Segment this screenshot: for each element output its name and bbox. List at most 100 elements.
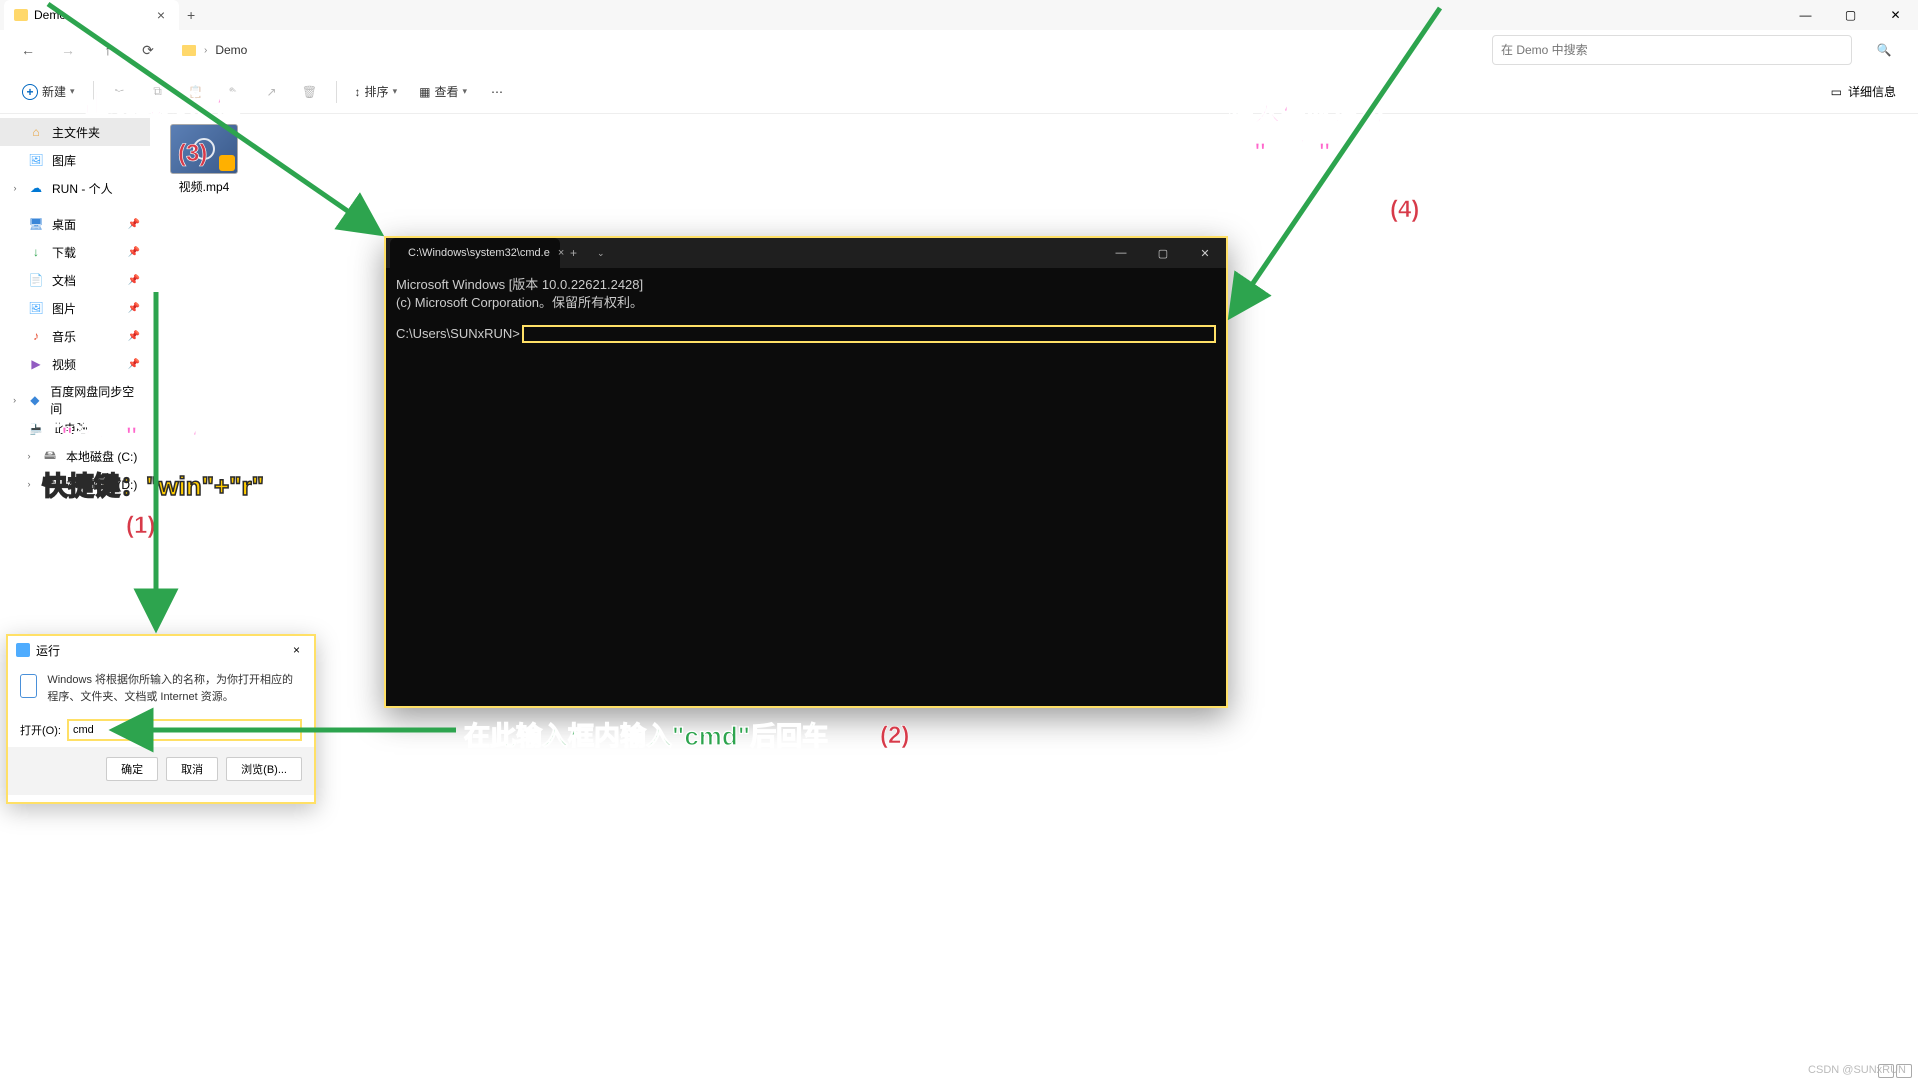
sidebar-item-thispc[interactable]: ⌄💻此电脑 [0, 414, 150, 442]
cmd-prompt-line: C:\Users\SUNxRUN> [396, 325, 1216, 343]
music-icon: ♪ [28, 328, 44, 344]
plus-icon: + [22, 84, 38, 100]
refresh-button[interactable]: ⟳ [134, 36, 162, 64]
disk-icon: 🖴 [42, 476, 58, 492]
explorer-tab[interactable]: Demo × [4, 0, 179, 30]
pin-icon: 📌 [128, 247, 140, 258]
cmd-tab[interactable]: C:\Windows\system32\cmd.e × [390, 238, 560, 268]
search-input[interactable] [1501, 43, 1843, 57]
cloud-icon: ☁ [28, 180, 44, 196]
chevron-down-icon[interactable]: ⌄ [10, 423, 20, 434]
sidebar-label: 音乐 [52, 328, 76, 345]
sidebar-item-pictures[interactable]: 🖼图片📌 [0, 294, 150, 322]
file-name: 视频.mp4 [164, 178, 244, 195]
up-button[interactable]: ↑ [94, 36, 122, 64]
sidebar-label: RUN - 个人 [52, 180, 113, 197]
tab-dropdown-icon[interactable]: ⌄ [587, 248, 615, 259]
close-button[interactable]: ✕ [1184, 238, 1226, 268]
annotation-step-3: (3) [178, 140, 207, 168]
close-tab-icon[interactable]: × [153, 5, 169, 25]
sidebar-label: 桌面 [52, 216, 76, 233]
run-titlebar[interactable]: 运行 × [8, 636, 314, 664]
minimize-button[interactable]: — [1783, 0, 1828, 30]
grid-view-icon[interactable] [1896, 1064, 1912, 1078]
run-title: 运行 [36, 642, 60, 659]
open-label: 打开(O): [20, 722, 61, 738]
rename-button[interactable]: ✎ [218, 81, 250, 103]
list-view-icon[interactable] [1878, 1064, 1894, 1078]
close-icon[interactable]: × [287, 641, 306, 659]
view-button[interactable]: ▦ 查看 ▾ [411, 79, 475, 104]
sidebar-item-localdisk-d[interactable]: ›🖴本地磁盘 (D:) [0, 470, 150, 498]
cmd-body[interactable]: Microsoft Windows [版本 10.0.22621.2428] (… [386, 268, 1226, 351]
new-button[interactable]: + 新建 ▾ [14, 79, 83, 104]
navbar: ← → ↑ ⟳ › Demo 🔍 [0, 30, 1918, 70]
details-label: 详细信息 [1848, 83, 1896, 100]
run-icon [16, 643, 30, 657]
maximize-button[interactable]: ▢ [1828, 0, 1873, 30]
minimize-button[interactable]: — [1100, 238, 1142, 268]
cmd-output-line: (c) Microsoft Corporation。保留所有权利。 [396, 294, 1216, 312]
separator [336, 81, 337, 103]
details-button[interactable]: ▭ 详细信息 [1823, 79, 1904, 104]
new-tab-button[interactable]: + [560, 246, 587, 260]
share-button[interactable]: ↗ [256, 81, 288, 103]
cmd-tabbar: C:\Windows\system32\cmd.e × + ⌄ — ▢ ✕ [386, 238, 1226, 268]
search-icon[interactable]: 🔍 [1864, 30, 1904, 70]
sidebar-label: 图片 [52, 300, 76, 317]
cancel-button[interactable]: 取消 [166, 757, 218, 781]
sort-button[interactable]: ↕ 排序 ▾ [347, 79, 406, 104]
cmd-window-controls: — ▢ ✕ [1100, 238, 1226, 268]
maximize-button[interactable]: ▢ [1142, 238, 1184, 268]
sidebar-item-desktop[interactable]: 🖥桌面📌 [0, 210, 150, 238]
address-bar[interactable]: › Demo [174, 39, 1480, 61]
sidebar-item-localdisk-c[interactable]: ›🖴本地磁盘 (C:) [0, 442, 150, 470]
sidebar-label: 百度网盘同步空间 [50, 383, 140, 417]
run-body: Windows 将根据你所输入的名称，为你打开相应的程序、文件夹、文档或 Int… [8, 664, 314, 713]
sidebar-label: 文档 [52, 272, 76, 289]
new-tab-button[interactable]: + [179, 3, 203, 27]
sidebar-item-baidu[interactable]: ›◆百度网盘同步空间 [0, 386, 150, 414]
chevron-right-icon[interactable]: › [24, 479, 34, 489]
breadcrumb-segment[interactable]: Demo [215, 43, 247, 57]
view-icon: ▦ [419, 85, 430, 99]
document-icon: 📄 [28, 272, 44, 288]
sidebar-label: 此电脑 [52, 420, 88, 437]
chevron-right-icon[interactable]: › [10, 395, 19, 405]
run-description: Windows 将根据你所输入的名称，为你打开相应的程序、文件夹、文档或 Int… [47, 672, 302, 705]
more-button[interactable]: ⋯ [481, 81, 513, 103]
forward-button[interactable]: → [54, 36, 82, 64]
view-label: 查看 [434, 83, 458, 100]
cmd-prompt: C:\Users\SUNxRUN> [396, 325, 520, 343]
cut-button[interactable]: ✂ [104, 81, 136, 103]
browse-button[interactable]: 浏览(B)... [226, 757, 302, 781]
folder-icon [14, 9, 28, 21]
sidebar-label: 视频 [52, 356, 76, 373]
sidebar-item-home[interactable]: ⌂主文件夹 [0, 118, 150, 146]
statusbar-view-buttons [1878, 1064, 1912, 1078]
search-box[interactable] [1492, 35, 1852, 65]
run-open-row: 打开(O): [8, 713, 314, 747]
sidebar-item-music[interactable]: ♪音乐📌 [0, 322, 150, 350]
sidebar-item-gallery[interactable]: 🖼图库 [0, 146, 150, 174]
cmd-input-highlight[interactable] [522, 325, 1216, 343]
back-button[interactable]: ← [14, 36, 42, 64]
chevron-right-icon: › [204, 45, 207, 56]
pin-icon: 📌 [128, 359, 140, 370]
chevron-right-icon[interactable]: › [24, 451, 34, 461]
delete-button[interactable]: 🗑 [294, 81, 326, 103]
sidebar-item-videos[interactable]: ▶视频📌 [0, 350, 150, 378]
sidebar-item-documents[interactable]: 📄文档📌 [0, 266, 150, 294]
paste-button[interactable]: 📋 [180, 81, 212, 103]
run-input[interactable] [67, 719, 302, 741]
copy-button[interactable]: ⧉ [142, 80, 174, 103]
annotation-step-1: (1) [126, 512, 155, 540]
separator [93, 81, 94, 103]
sidebar-item-downloads[interactable]: ↓下载📌 [0, 238, 150, 266]
close-button[interactable]: ✕ [1873, 0, 1918, 30]
chevron-right-icon[interactable]: › [10, 183, 20, 193]
new-label: 新建 [42, 83, 66, 100]
ok-button[interactable]: 确定 [106, 757, 158, 781]
sidebar-item-run-personal[interactable]: › ☁ RUN - 个人 [0, 174, 150, 202]
titlebar: Demo × + — ▢ ✕ [0, 0, 1918, 30]
